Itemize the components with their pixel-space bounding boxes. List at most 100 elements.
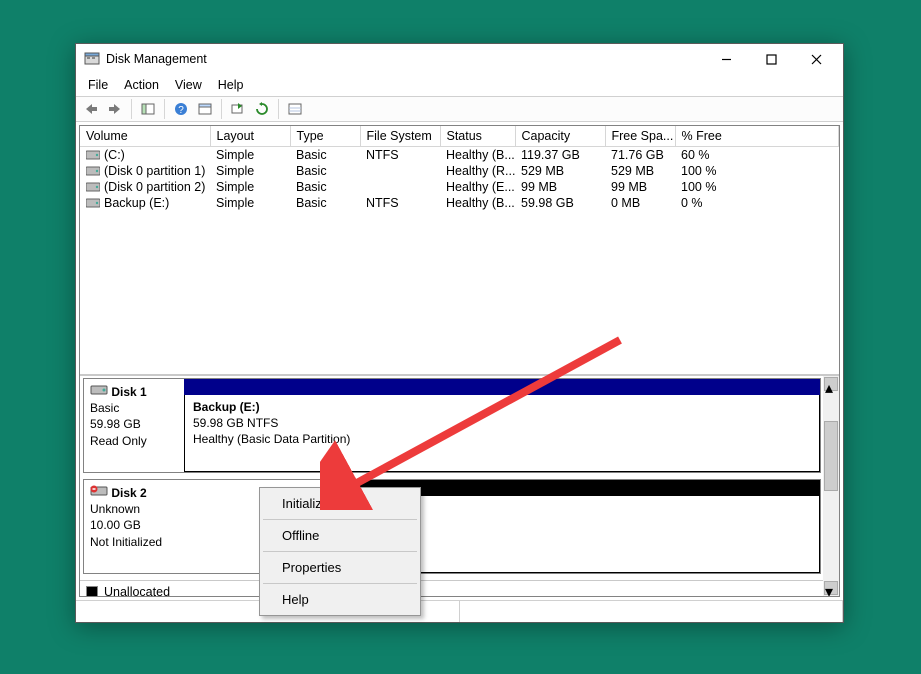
vol-name: (Disk 0 partition 1) bbox=[104, 164, 205, 178]
menu-action[interactable]: Action bbox=[116, 76, 167, 94]
disk-icon bbox=[90, 385, 108, 399]
table-row[interactable]: Backup (E:)SimpleBasicNTFSHealthy (B...5… bbox=[80, 195, 839, 211]
ctx-offline[interactable]: Offline bbox=[262, 522, 418, 549]
vol-capacity: 119.37 GB bbox=[515, 147, 605, 164]
back-button[interactable] bbox=[80, 98, 102, 120]
vertical-scrollbar[interactable]: ▴ ▾ bbox=[823, 376, 839, 596]
disk-1-name: Disk 1 bbox=[111, 385, 146, 399]
disk-error-icon bbox=[90, 486, 108, 500]
vol-name: (C:) bbox=[104, 148, 125, 162]
vol-type: Basic bbox=[290, 195, 360, 211]
vol-pct: 0 % bbox=[675, 195, 839, 211]
disk-2-state: Not Initialized bbox=[90, 535, 162, 549]
scroll-thumb[interactable] bbox=[824, 421, 838, 491]
vol-status: Healthy (E... bbox=[440, 179, 515, 195]
menu-view[interactable]: View bbox=[167, 76, 210, 94]
scroll-up[interactable]: ▴ bbox=[824, 377, 838, 391]
col-freespace[interactable]: Free Spa... bbox=[605, 126, 675, 147]
vol-fs: NTFS bbox=[360, 147, 440, 164]
vol-layout: Simple bbox=[210, 147, 290, 164]
ctx-help[interactable]: Help bbox=[262, 586, 418, 613]
disk-1-size: 59.98 GB bbox=[90, 417, 141, 431]
menubar: File Action View Help bbox=[76, 74, 843, 96]
help-toolbar-button[interactable]: ? bbox=[170, 98, 192, 120]
partition-size: 59.98 GB NTFS bbox=[193, 416, 278, 430]
settings-toolbar-button[interactable] bbox=[194, 98, 216, 120]
disk-2-info[interactable]: Disk 2 Unknown 10.00 GB Not Initialized bbox=[84, 480, 184, 573]
vol-status: Healthy (B... bbox=[440, 147, 515, 164]
col-filesystem[interactable]: File System bbox=[360, 126, 440, 147]
window-title: Disk Management bbox=[106, 52, 704, 66]
vol-fs bbox=[360, 163, 440, 179]
disk-2-type: Unknown bbox=[90, 502, 140, 516]
vol-pct: 60 % bbox=[675, 147, 839, 164]
refresh-button[interactable] bbox=[251, 98, 273, 120]
content-area: Volume Layout Type File System Status Ca… bbox=[79, 125, 840, 597]
disk-management-window: Disk Management File Action View Help ? bbox=[75, 43, 844, 623]
list-view-button[interactable] bbox=[284, 98, 306, 120]
vol-capacity: 59.98 GB bbox=[515, 195, 605, 211]
disk-2-row[interactable]: Disk 2 Unknown 10.00 GB Not Initialized bbox=[83, 479, 821, 574]
vol-free: 0 MB bbox=[605, 195, 675, 211]
partition-title: Backup (E:) bbox=[193, 400, 260, 414]
drive-icon bbox=[86, 198, 100, 209]
disk-1-partition-backup[interactable]: Backup (E:) 59.98 GB NTFS Healthy (Basic… bbox=[184, 395, 820, 472]
svg-text:?: ? bbox=[178, 105, 184, 116]
disk-1-row[interactable]: Disk 1 Basic 59.98 GB Read Only Backup (… bbox=[83, 378, 821, 473]
col-volume[interactable]: Volume bbox=[80, 126, 210, 147]
minimize-button[interactable] bbox=[704, 45, 749, 73]
vol-capacity: 529 MB bbox=[515, 163, 605, 179]
vol-type: Basic bbox=[290, 179, 360, 195]
col-pctfree[interactable]: % Free bbox=[675, 126, 839, 147]
show-hide-console-tree-button[interactable] bbox=[137, 98, 159, 120]
col-status[interactable]: Status bbox=[440, 126, 515, 147]
ctx-properties[interactable]: Properties bbox=[262, 554, 418, 581]
vol-fs: NTFS bbox=[360, 195, 440, 211]
disk-1-partitions: Backup (E:) 59.98 GB NTFS Healthy (Basic… bbox=[184, 379, 820, 472]
legend-unallocated-label: Unallocated bbox=[104, 585, 170, 596]
disk-1-state: Read Only bbox=[90, 434, 147, 448]
vol-name: (Disk 0 partition 2) bbox=[104, 180, 205, 194]
menu-file[interactable]: File bbox=[80, 76, 116, 94]
vol-free: 99 MB bbox=[605, 179, 675, 195]
drive-icon bbox=[86, 150, 100, 161]
menu-help[interactable]: Help bbox=[210, 76, 252, 94]
vol-type: Basic bbox=[290, 147, 360, 164]
partition-header-primary bbox=[184, 379, 820, 395]
col-layout[interactable]: Layout bbox=[210, 126, 290, 147]
forward-button[interactable] bbox=[104, 98, 126, 120]
table-row[interactable]: (Disk 0 partition 1) SimpleBasic Healthy (… bbox=[80, 163, 839, 179]
vol-fs bbox=[360, 179, 440, 195]
action-toolbar-button[interactable] bbox=[227, 98, 249, 120]
app-icon bbox=[84, 51, 100, 67]
vol-layout: Simple bbox=[210, 195, 290, 211]
disk-graphical-pane[interactable]: Disk 1 Basic 59.98 GB Read Only Backup (… bbox=[80, 376, 839, 596]
table-row[interactable]: (C:) SimpleBasicNTFSHealthy (B...119.37 G… bbox=[80, 147, 839, 164]
ctx-initialize-disk[interactable]: Initialize Disk bbox=[262, 490, 418, 517]
partition-status: Healthy (Basic Data Partition) bbox=[193, 432, 350, 446]
context-menu: Initialize Disk Offline Properties Help bbox=[259, 487, 421, 616]
disk-1-info[interactable]: Disk 1 Basic 59.98 GB Read Only bbox=[84, 379, 184, 472]
close-button[interactable] bbox=[794, 45, 839, 73]
statusbar bbox=[76, 600, 843, 622]
col-type[interactable]: Type bbox=[290, 126, 360, 147]
vol-name: Backup (E:) bbox=[104, 196, 169, 210]
vol-pct: 100 % bbox=[675, 179, 839, 195]
titlebar[interactable]: Disk Management bbox=[76, 44, 843, 74]
vol-capacity: 99 MB bbox=[515, 179, 605, 195]
volume-list-pane[interactable]: Volume Layout Type File System Status Ca… bbox=[80, 126, 839, 376]
drive-icon bbox=[86, 166, 100, 177]
table-row[interactable]: (Disk 0 partition 2) SimpleBasic Healthy (… bbox=[80, 179, 839, 195]
vol-free: 71.76 GB bbox=[605, 147, 675, 164]
window-controls bbox=[704, 45, 839, 73]
scroll-down[interactable]: ▾ bbox=[824, 581, 838, 595]
maximize-button[interactable] bbox=[749, 45, 794, 73]
toolbar: ? bbox=[76, 96, 843, 122]
vol-type: Basic bbox=[290, 163, 360, 179]
vol-layout: Simple bbox=[210, 179, 290, 195]
vol-layout: Simple bbox=[210, 163, 290, 179]
vol-free: 529 MB bbox=[605, 163, 675, 179]
vol-status: Healthy (R... bbox=[440, 163, 515, 179]
col-capacity[interactable]: Capacity bbox=[515, 126, 605, 147]
drive-icon bbox=[86, 182, 100, 193]
